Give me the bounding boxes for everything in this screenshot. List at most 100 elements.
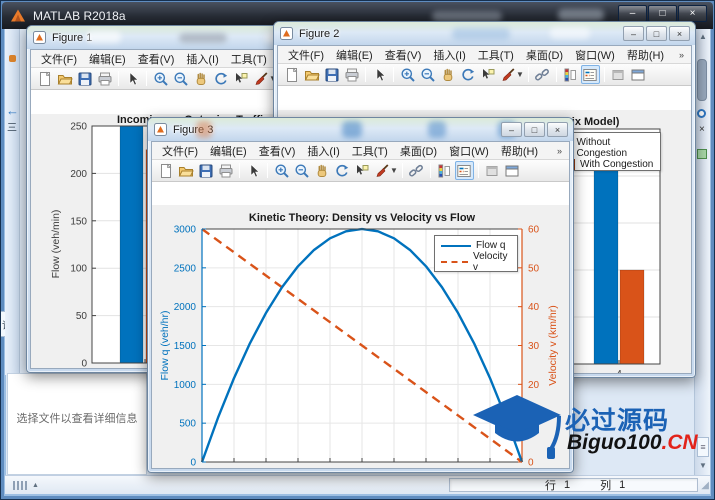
menu-插入(I)[interactable]: 插入(I): [427, 46, 471, 64]
pan-hand-icon[interactable]: [191, 69, 210, 88]
rotate-3d-icon[interactable]: [458, 65, 477, 84]
legend-entry: Flow q: [441, 240, 511, 251]
menu-窗口(W)[interactable]: 窗口(W): [569, 46, 621, 64]
menu-文件(F)[interactable]: 文件(F): [156, 142, 204, 160]
menu-工具(T)[interactable]: 工具(T): [472, 46, 520, 64]
figure3-legend[interactable]: Flow q Velocity v: [434, 235, 518, 272]
figure2-minimize-button[interactable]: –: [623, 26, 644, 41]
close-small-icon[interactable]: ×: [699, 124, 705, 135]
figure2-maximize-button[interactable]: □: [646, 26, 667, 41]
data-cursor-icon[interactable]: [231, 69, 250, 88]
glass-reflection: [87, 31, 121, 43]
link-plots-icon[interactable]: [533, 65, 552, 84]
new-document-icon[interactable]: [156, 161, 175, 180]
save-figure-icon[interactable]: [75, 69, 94, 88]
menu-插入(I)[interactable]: 插入(I): [180, 50, 224, 68]
menu-编辑(E)[interactable]: 编辑(E): [204, 142, 253, 160]
save-figure-icon[interactable]: [322, 65, 341, 84]
pan-hand-icon[interactable]: [312, 161, 331, 180]
dock-figure-icon[interactable]: [503, 161, 522, 180]
dock-minimized-icon[interactable]: [483, 161, 502, 180]
data-cursor-icon[interactable]: [478, 65, 497, 84]
menu-帮助(H)[interactable]: 帮助(H): [495, 142, 544, 160]
rotate-3d-icon[interactable]: [332, 161, 351, 180]
new-document-icon[interactable]: [282, 65, 301, 84]
figure3-titlebar[interactable]: Figure 3 – □ ×: [148, 118, 573, 141]
brush-data-icon[interactable]: [498, 65, 517, 84]
menu-窗口(W)[interactable]: 窗口(W): [443, 142, 495, 160]
print-icon[interactable]: [216, 161, 235, 180]
menu-编辑(E)[interactable]: 编辑(E): [330, 46, 379, 64]
menu-overflow-icon[interactable]: »: [554, 146, 565, 156]
figure3-toolbar: ▼: [152, 160, 569, 182]
data-cursor-icon[interactable]: [352, 161, 371, 180]
main-minimize-button[interactable]: –: [618, 5, 647, 22]
brush-data-icon[interactable]: [251, 69, 270, 88]
statusbar-grip-icon[interactable]: ▲: [13, 481, 39, 490]
menu-工具(T)[interactable]: 工具(T): [225, 50, 273, 68]
menu-帮助(H)[interactable]: 帮助(H): [621, 46, 670, 64]
zoom-in-icon[interactable]: [398, 65, 417, 84]
figure-icon: [280, 27, 293, 40]
zoom-in-icon[interactable]: [272, 161, 291, 180]
zoom-out-icon[interactable]: [418, 65, 437, 84]
open-folder-icon[interactable]: [55, 69, 74, 88]
watermark: 必过源码 Biguo100.CN: [471, 387, 711, 467]
cursor-icon[interactable]: [370, 65, 389, 84]
menu-插入(I)[interactable]: 插入(I): [301, 142, 345, 160]
menu-文件(F)[interactable]: 文件(F): [35, 50, 83, 68]
main-close-button[interactable]: ×: [678, 5, 707, 22]
figure3-minimize-button[interactable]: –: [501, 122, 522, 137]
zoom-out-icon[interactable]: [171, 69, 190, 88]
cursor-icon[interactable]: [244, 161, 263, 180]
back-arrow-icon[interactable]: ←: [6, 103, 19, 118]
rotate-3d-icon[interactable]: [211, 69, 230, 88]
menu-桌面(D)[interactable]: 桌面(D): [394, 142, 443, 160]
zoom-in-icon[interactable]: [151, 69, 170, 88]
figure2-titlebar[interactable]: Figure 2 – □ ×: [274, 22, 695, 45]
menu-文件(F)[interactable]: 文件(F): [282, 46, 330, 64]
figure3-close-button[interactable]: ×: [547, 122, 568, 137]
menu-桌面(D)[interactable]: 桌面(D): [520, 46, 569, 64]
toolbar-separator: [528, 67, 529, 82]
link-plots-icon[interactable]: [407, 161, 426, 180]
menu-overflow-icon[interactable]: »: [676, 50, 687, 60]
brush-dropdown-icon[interactable]: ▼: [390, 166, 398, 175]
insert-legend-icon[interactable]: [455, 161, 474, 180]
figure2-close-button[interactable]: ×: [669, 26, 690, 41]
insert-legend-icon[interactable]: [581, 65, 600, 84]
glass-reflection: [452, 28, 510, 40]
scrollbar-thumb[interactable]: [697, 59, 707, 101]
dock-minimized-icon[interactable]: [609, 65, 628, 84]
print-icon[interactable]: [95, 69, 114, 88]
insert-colorbar-icon[interactable]: [561, 65, 580, 84]
bar-incoming: [120, 126, 143, 363]
menu-查看(V)[interactable]: 查看(V): [132, 50, 181, 68]
figure2-menubar: 文件(F)编辑(E)查看(V)插入(I)工具(T)桌面(D)窗口(W)帮助(H)…: [278, 46, 691, 64]
cursor-icon[interactable]: [123, 69, 142, 88]
print-icon[interactable]: [342, 65, 361, 84]
save-figure-icon[interactable]: [196, 161, 215, 180]
scroll-up-icon[interactable]: ▲: [699, 32, 707, 41]
insert-colorbar-icon[interactable]: [435, 161, 454, 180]
brush-dropdown-icon[interactable]: ▼: [516, 70, 524, 79]
brush-data-icon[interactable]: [372, 161, 391, 180]
zoom-out-icon[interactable]: [292, 161, 311, 180]
toolbar-separator: [239, 163, 240, 178]
resize-grip-icon[interactable]: ◢: [701, 480, 709, 491]
menu-查看(V)[interactable]: 查看(V): [379, 46, 428, 64]
svg-text:120: 120: [386, 467, 403, 468]
main-maximize-button[interactable]: □: [648, 5, 677, 22]
menu-工具(T)[interactable]: 工具(T): [346, 142, 394, 160]
menu-编辑(E)[interactable]: 编辑(E): [83, 50, 132, 68]
glass-reflection: [196, 121, 212, 138]
magnifier-icon[interactable]: [697, 109, 706, 118]
open-folder-icon[interactable]: [176, 161, 195, 180]
figure3-maximize-button[interactable]: □: [524, 122, 545, 137]
menu-查看(V)[interactable]: 查看(V): [253, 142, 302, 160]
open-folder-icon[interactable]: [302, 65, 321, 84]
toolbar-separator: [393, 67, 394, 82]
pan-hand-icon[interactable]: [438, 65, 457, 84]
new-document-icon[interactable]: [35, 69, 54, 88]
dock-figure-icon[interactable]: [629, 65, 648, 84]
